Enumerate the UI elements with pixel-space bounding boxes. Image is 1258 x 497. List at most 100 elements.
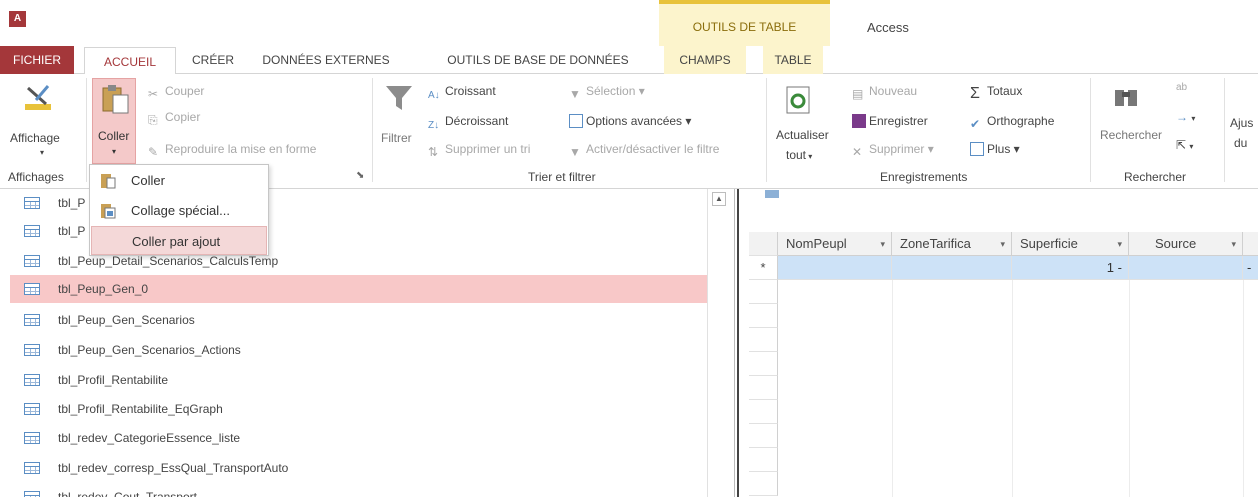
- new-row-cell[interactable]: [1129, 256, 1243, 280]
- nouveau-button[interactable]: ▤ Nouveau: [852, 84, 917, 101]
- options-avancees-button[interactable]: Options avancées ▾: [569, 114, 691, 128]
- copier-label: Copier: [165, 110, 201, 124]
- column-dropdown-icon[interactable]: ▾: [1231, 232, 1236, 255]
- navigation-scrollbar[interactable]: ▲: [707, 189, 729, 497]
- list-item[interactable]: tbl_redev_CategorieEssence_liste: [10, 424, 707, 452]
- grid-line: [1012, 280, 1013, 497]
- empty-row-selector[interactable]: [749, 328, 778, 352]
- column-header-superficie[interactable]: Superficie ▾: [1012, 232, 1129, 256]
- list-item-selected[interactable]: tbl_Peup_Gen_0: [10, 275, 707, 303]
- select-all-corner[interactable]: [749, 232, 778, 256]
- rechercher-button[interactable]: Rechercher: [1096, 78, 1162, 166]
- empty-row-selector[interactable]: [749, 304, 778, 328]
- group-label-enregistrements: Enregistrements: [880, 170, 968, 184]
- ajuster-label-1[interactable]: Ajus: [1230, 116, 1253, 130]
- list-item[interactable]: tbl_Peup_Gen_Scenarios_Actions: [10, 336, 707, 364]
- chevron-down-icon: ▾: [635, 84, 645, 98]
- supprimer-button[interactable]: ✕ Supprimer ▾: [852, 142, 934, 159]
- paste-special-icon: [101, 204, 116, 219]
- sort-ascending-icon: A↓: [428, 90, 440, 101]
- filtrer-label: Filtrer: [381, 131, 412, 145]
- clear-sort-icon: ⇅: [428, 145, 439, 159]
- totaux-button[interactable]: Σ Totaux: [970, 84, 1022, 102]
- tab-donnees-externes[interactable]: DONNÉES EXTERNES: [252, 46, 400, 74]
- menu-item-coller[interactable]: Coller: [91, 166, 267, 195]
- table-icon: [24, 462, 40, 474]
- menu-item-coller-par-ajout[interactable]: Coller par ajout: [91, 226, 267, 255]
- coller-button[interactable]: Coller ▾: [92, 78, 136, 164]
- enregistrer-button[interactable]: Enregistrer: [852, 114, 928, 128]
- new-record-marker[interactable]: *: [749, 256, 778, 280]
- selection-button[interactable]: ▼ Sélection ▾: [569, 84, 645, 101]
- tab-accueil[interactable]: ACCUEIL: [84, 47, 176, 75]
- goto-icon[interactable]: → ▾: [1176, 110, 1195, 124]
- list-item[interactable]: tbl_redev_corresp_EssQual_TransportAuto: [10, 454, 707, 482]
- new-row-cell[interactable]: [778, 256, 892, 280]
- list-item[interactable]: tbl_Peup_Gen_Scenarios: [10, 306, 707, 334]
- empty-row-selector[interactable]: [749, 352, 778, 376]
- empty-row-selector[interactable]: [749, 448, 778, 472]
- new-row-cell[interactable]: [892, 256, 1012, 280]
- tab-outils-base-de-donnees[interactable]: OUTILS DE BASE DE DONNÉES: [428, 46, 648, 74]
- clipboard-launcher-icon[interactable]: ⬊: [356, 170, 364, 181]
- column-header-source[interactable]: Source ▾: [1129, 232, 1243, 256]
- empty-row-selector[interactable]: [749, 280, 778, 304]
- chevron-down-icon: ▾: [112, 147, 117, 156]
- empty-row-selector[interactable]: [749, 424, 778, 448]
- empty-row-selector[interactable]: [749, 472, 778, 496]
- selection-filter-icon: ▼: [569, 87, 581, 101]
- table-icon: [24, 255, 40, 267]
- actualiser-tout-button[interactable]: Actualiser tout ▾: [772, 78, 829, 166]
- supprimer-tri-button[interactable]: ⇅ Supprimer un tri: [428, 142, 530, 159]
- tab-fichier[interactable]: FICHIER: [0, 46, 74, 74]
- filter-icon: [386, 86, 412, 110]
- column-dropdown-icon[interactable]: ▾: [880, 232, 885, 255]
- group-divider: [86, 78, 87, 182]
- plus-button[interactable]: Plus ▾: [970, 142, 1020, 156]
- column-header-nompeupl[interactable]: NomPeupl ▾: [778, 232, 892, 256]
- plus-label: Plus: [987, 142, 1011, 156]
- chevron-down-icon: ▾: [682, 114, 692, 128]
- copier-button[interactable]: ⎘ Copier: [148, 110, 200, 127]
- decroissant-button[interactable]: Z↓ Décroissant: [428, 114, 508, 134]
- empty-row-selector[interactable]: [749, 376, 778, 400]
- couper-button[interactable]: ✂ Couper: [148, 84, 204, 101]
- menu-item-collage-special[interactable]: Collage spécial...: [91, 196, 267, 225]
- coller-label: Coller: [98, 129, 130, 143]
- chevron-down-icon: ▾: [806, 152, 813, 161]
- group-divider: [372, 78, 373, 182]
- croissant-button[interactable]: A↓ Croissant: [428, 84, 496, 104]
- orthographe-label: Orthographe: [987, 114, 1055, 128]
- column-header-zonetarifica[interactable]: ZoneTarifica ▾: [892, 232, 1012, 256]
- select-icon[interactable]: ⇱ ▾: [1176, 138, 1193, 152]
- tab-champs[interactable]: CHAMPS: [664, 46, 746, 74]
- activer-filtre-button[interactable]: ▼ Activer/désactiver le filtre: [569, 142, 719, 159]
- selection-label: Sélection: [586, 84, 636, 98]
- reproduire-button[interactable]: ✎ Reproduire la mise en forme: [148, 142, 316, 159]
- paste-dropdown-menu: Coller Collage spécial... Coller par ajo…: [89, 164, 269, 256]
- new-row-cell[interactable]: -: [1243, 256, 1258, 280]
- title-bar: A OUTILS DE TABLE Access: [0, 0, 1258, 46]
- column-dropdown-icon[interactable]: ▾: [1000, 232, 1005, 255]
- group-label-trier-filtrer: Trier et filtrer: [528, 170, 596, 184]
- list-item[interactable]: tbl_redev_Cout_Transport: [10, 483, 707, 497]
- activer-filtre-label: Activer/désactiver le filtre: [586, 142, 720, 156]
- more-icon: [970, 142, 984, 156]
- scroll-up-icon[interactable]: ▲: [712, 192, 726, 206]
- filtrer-button[interactable]: Filtrer: [378, 78, 420, 166]
- orthographe-button[interactable]: ✔ Orthographe: [970, 114, 1054, 131]
- list-item[interactable]: tbl_Profil_Rentabilite: [10, 366, 707, 394]
- replace-icon[interactable]: ab: [1176, 82, 1187, 93]
- access-app-icon[interactable]: A: [9, 11, 26, 27]
- empty-row-selector[interactable]: [749, 400, 778, 424]
- column-dropdown-icon[interactable]: ▾: [1117, 232, 1122, 255]
- list-item[interactable]: tbl_Profil_Rentabilite_EqGraph: [10, 395, 707, 423]
- column-header-next[interactable]: [1243, 232, 1258, 256]
- affichage-button[interactable]: Affichage ▾: [8, 76, 80, 166]
- supprimer-label: Supprimer: [869, 142, 925, 156]
- tab-creer[interactable]: CRÉER: [186, 46, 240, 74]
- tab-table[interactable]: TABLE: [763, 46, 823, 74]
- new-row-cell[interactable]: 1 -: [1012, 256, 1129, 280]
- table-icon: [24, 432, 40, 444]
- new-record-icon: ▤: [852, 87, 864, 101]
